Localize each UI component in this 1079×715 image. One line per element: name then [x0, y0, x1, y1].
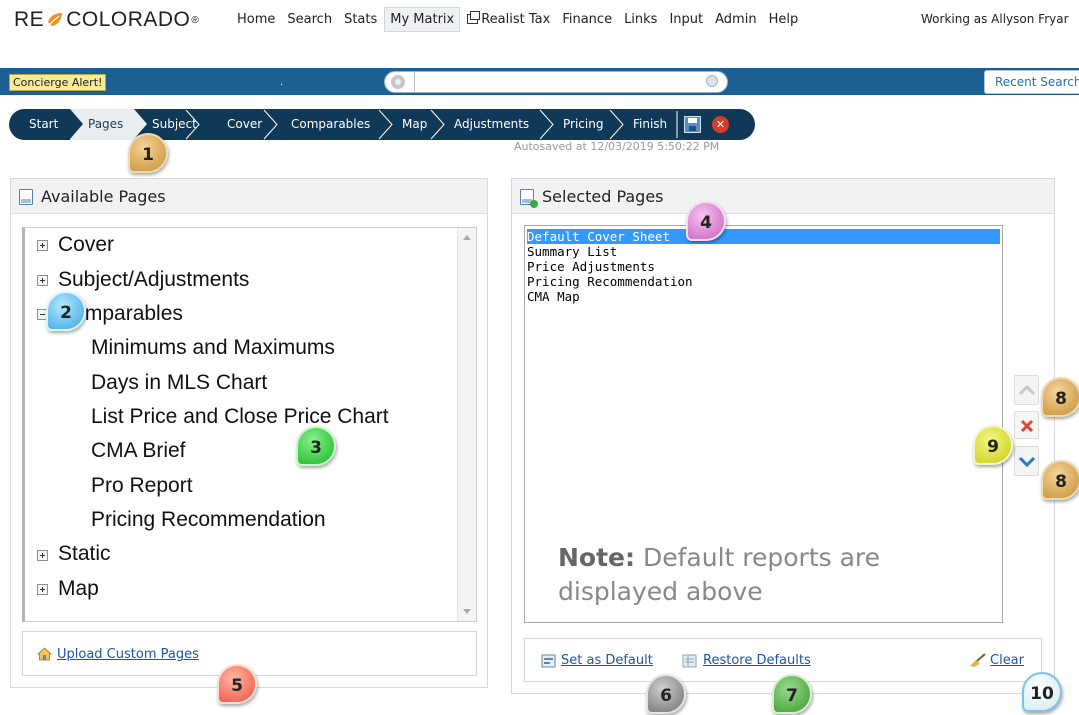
selected-pages-header: Selected Pages [512, 179, 1054, 214]
callout-badge-1: 1 [128, 133, 168, 173]
nav-input[interactable]: Input [664, 8, 708, 31]
callout-badge-4: 4 [686, 201, 726, 241]
wizard-step-start[interactable]: Start [29, 109, 58, 140]
page-add-icon [520, 189, 538, 208]
working-as-label[interactable]: Working as Allyson Fryar [921, 12, 1069, 26]
leaf-logo-icon [48, 13, 63, 26]
nav-stats[interactable]: Stats [339, 8, 382, 31]
selected-page-item[interactable]: Default Cover Sheet [527, 229, 1000, 244]
autosave-status: Autosaved at 12/03/2019 5:50:22 PM [514, 140, 720, 153]
selected-page-item[interactable]: Summary List [527, 244, 617, 259]
selected-page-item[interactable]: Pricing Recommendation [527, 274, 693, 289]
upload-custom-pages-link[interactable]: Upload Custom Pages [57, 647, 199, 662]
available-pages-tree[interactable]: Cover Subject/Adjustments Comparables Mi… [22, 227, 477, 622]
callout-badge-10: 10 [1022, 672, 1062, 712]
expand-plus-icon[interactable] [37, 550, 48, 561]
callout-badge-5: 5 [217, 664, 257, 704]
concierge-alert-button[interactable]: Concierge Alert! [9, 74, 107, 91]
callout-badge-9: 9 [973, 425, 1013, 465]
top-navigation: Home Search Stats My Matrix Realist Tax … [232, 7, 805, 32]
tree-leaf-days-in-mls-chart[interactable]: Days in MLS Chart [91, 371, 267, 395]
nav-home[interactable]: Home [232, 8, 280, 31]
callout-badge-8-up: 8 [1041, 377, 1079, 417]
callout-badge-8-down: 8 [1041, 460, 1079, 500]
chevron-down-icon [1018, 456, 1036, 468]
tree-leaf-pricing-recommendation[interactable]: Pricing Recommendation [91, 508, 326, 532]
logo-text-left: RE [14, 8, 45, 31]
recent-searches-button[interactable]: Recent Searches [984, 70, 1079, 94]
nav-admin[interactable]: Admin [710, 8, 761, 31]
expand-plus-icon[interactable] [37, 240, 48, 251]
scroll-down-icon[interactable] [463, 609, 471, 614]
nav-finance[interactable]: Finance [557, 8, 617, 31]
tree-scrollbar[interactable] [457, 228, 476, 621]
tree-node-subject-adjustments[interactable]: Subject/Adjustments [58, 268, 249, 292]
search-icon[interactable] [706, 75, 718, 87]
move-up-button[interactable] [1014, 375, 1039, 405]
default-reports-note: Note: Default reports are displayed abov… [558, 541, 1002, 609]
tree-leaf-minimums-maximums[interactable]: Minimums and Maximums [91, 336, 335, 360]
available-pages-header: Available Pages [11, 179, 487, 214]
alert-bar-dot: . [280, 77, 284, 88]
tree-node-static[interactable]: Static [58, 542, 111, 566]
tree-node-map[interactable]: Map [58, 577, 99, 601]
nav-my-matrix[interactable]: My Matrix [384, 7, 461, 32]
wizard-step-pricing[interactable]: Pricing [563, 109, 603, 140]
remove-button[interactable] [1014, 411, 1039, 439]
selected-pages-title: Selected Pages [542, 187, 664, 206]
wizard-step-adjustments[interactable]: Adjustments [454, 109, 529, 140]
search-divider [414, 72, 415, 92]
selected-page-item[interactable]: CMA Map [527, 289, 580, 304]
remove-x-icon [1020, 419, 1034, 433]
quick-search-input[interactable] [384, 71, 728, 93]
tree-leaf-pro-report[interactable]: Pro Report [91, 474, 193, 498]
expand-plus-icon[interactable] [37, 275, 48, 286]
nav-realist-tax-label: Realist Tax [481, 12, 551, 27]
callout-badge-2: 2 [46, 291, 86, 331]
external-window-icon [467, 11, 481, 24]
tree-leaf-list-close-price-chart[interactable]: List Price and Close Price Chart [91, 405, 389, 429]
restore-defaults-icon [682, 654, 697, 668]
close-icon[interactable]: ✕ [712, 116, 729, 133]
search-settings-icon[interactable] [391, 75, 405, 89]
available-pages-title: Available Pages [41, 187, 166, 206]
house-upload-icon [37, 647, 52, 661]
wizard-step-map[interactable]: Map [402, 109, 427, 140]
restore-defaults-link[interactable]: Restore Defaults [703, 653, 811, 668]
logo-text-right: COLORADO [66, 8, 191, 31]
nav-realist-tax[interactable]: Realist Tax [462, 8, 555, 31]
chevron-up-icon [1018, 384, 1036, 396]
note-label: Note: [558, 543, 636, 572]
broom-icon [970, 653, 986, 667]
wizard-step-finish[interactable]: Finish [633, 109, 667, 140]
recolorado-logo: RE COLORADO ® [14, 8, 199, 32]
registered-mark: ® [191, 14, 200, 26]
expand-plus-icon[interactable] [37, 584, 48, 595]
selected-pages-list[interactable]: Default Cover Sheet Summary List Price A… [524, 225, 1003, 623]
tree-leaf-cma-brief[interactable]: CMA Brief [91, 439, 186, 463]
scroll-up-icon[interactable] [463, 235, 471, 240]
nav-search[interactable]: Search [282, 8, 337, 31]
wizard-step-cover[interactable]: Cover [227, 109, 262, 140]
wizard-step-comparables[interactable]: Comparables [291, 109, 370, 140]
wizard-step-pages[interactable]: Pages [88, 109, 123, 140]
set-as-default-link[interactable]: Set as Default [561, 653, 653, 668]
page-icon [19, 189, 33, 205]
tree-node-cover[interactable]: Cover [58, 233, 114, 257]
callout-badge-3: 3 [296, 426, 336, 466]
clear-link[interactable]: Clear [990, 653, 1024, 668]
callout-badge-7: 7 [772, 674, 812, 714]
callout-badge-6: 6 [646, 674, 686, 714]
nav-help[interactable]: Help [764, 8, 804, 31]
move-down-button[interactable] [1014, 446, 1039, 476]
save-icon[interactable] [684, 116, 701, 133]
set-default-icon [541, 654, 556, 668]
selected-page-item[interactable]: Price Adjustments [527, 259, 655, 274]
nav-links[interactable]: Links [619, 8, 662, 31]
